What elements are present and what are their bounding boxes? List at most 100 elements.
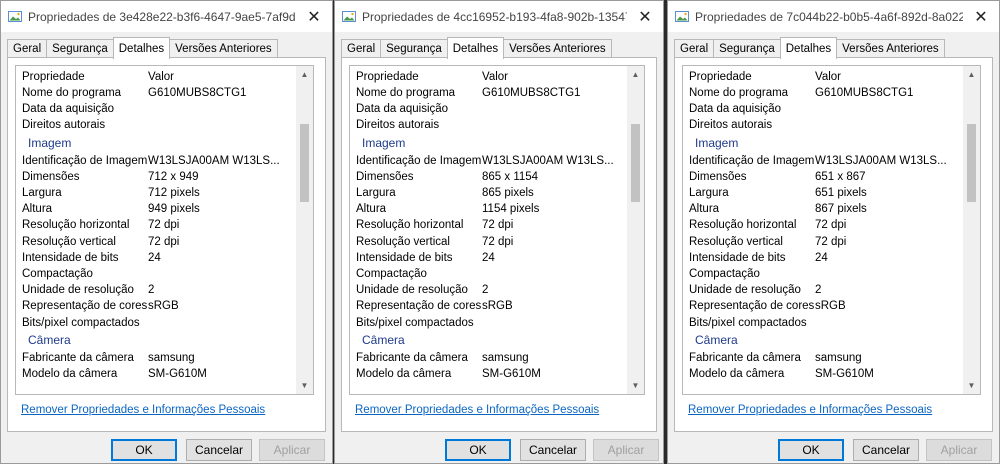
title-bar[interactable]: Propriedades de 4cc16952-b193-4fa8-902b-… xyxy=(335,1,663,32)
tab-2[interactable]: Detalhes xyxy=(112,37,171,59)
property-row[interactable]: Unidade de resolução 2 xyxy=(16,282,296,298)
property-row[interactable]: Nome do programa G610MUBS8CTG1 xyxy=(16,85,296,101)
property-row[interactable]: Fabricante da câmera samsung xyxy=(683,350,963,366)
scroll-thumb[interactable] xyxy=(300,124,309,202)
tab-3[interactable]: Versões Anteriores xyxy=(503,39,612,58)
property-row[interactable]: Unidade de resolução 2 xyxy=(683,282,963,298)
property-row[interactable]: Resolução horizontal 72 dpi xyxy=(683,217,963,233)
scroll-up-icon[interactable]: ▲ xyxy=(296,66,313,83)
tab-0[interactable]: Geral xyxy=(674,39,715,58)
property-row[interactable]: Resolução vertical 72 dpi xyxy=(350,234,627,250)
vertical-scrollbar[interactable]: ▲ ▼ xyxy=(296,66,313,394)
tab-3[interactable]: Versões Anteriores xyxy=(169,39,278,58)
property-row[interactable]: Representação de cores sRGB xyxy=(683,298,963,314)
property-row[interactable]: Direitos autorais xyxy=(350,117,627,133)
scroll-down-icon[interactable]: ▼ xyxy=(627,377,644,394)
property-row[interactable]: Compactação xyxy=(16,266,296,282)
property-row[interactable]: Altura 949 pixels xyxy=(16,201,296,217)
property-row[interactable]: Altura 867 pixels xyxy=(683,201,963,217)
value-column-header[interactable]: Valor xyxy=(815,71,963,83)
property-row[interactable]: Nome do programa G610MUBS8CTG1 xyxy=(350,85,627,101)
close-icon[interactable]: ✕ xyxy=(963,1,999,32)
close-icon[interactable]: ✕ xyxy=(296,1,332,32)
close-icon[interactable]: ✕ xyxy=(627,1,663,32)
tab-2[interactable]: Detalhes xyxy=(446,37,505,59)
property-row[interactable]: Dimensões 865 x 1154 xyxy=(350,169,627,185)
section-header: Câmera xyxy=(16,331,296,350)
property-row[interactable]: Altura 1154 pixels xyxy=(350,201,627,217)
scroll-thumb[interactable] xyxy=(967,124,976,202)
scroll-down-icon[interactable]: ▼ xyxy=(963,377,980,394)
ok-button[interactable]: OK xyxy=(111,439,177,461)
property-row[interactable]: Intensidade de bits 24 xyxy=(350,250,627,266)
scroll-thumb[interactable] xyxy=(631,124,640,202)
property-row[interactable]: Resolução vertical 72 dpi xyxy=(16,234,296,250)
property-row[interactable]: Bits/pixel compactados xyxy=(16,314,296,330)
property-row[interactable]: Modelo da câmera SM-G610M xyxy=(683,366,963,382)
property-row[interactable]: Fabricante da câmera samsung xyxy=(16,350,296,366)
ok-button[interactable]: OK xyxy=(778,439,844,461)
property-row[interactable]: Dimensões 651 x 867 xyxy=(683,169,963,185)
property-row[interactable]: Representação de cores sRGB xyxy=(350,298,627,314)
cancel-button[interactable]: Cancelar xyxy=(186,439,252,461)
title-bar[interactable]: Propriedades de 3e428e22-b3f6-4647-9ae5-… xyxy=(1,1,332,32)
tab-3[interactable]: Versões Anteriores xyxy=(836,39,945,58)
ok-button[interactable]: OK xyxy=(445,439,511,461)
property-column-header[interactable]: Propriedade xyxy=(16,71,148,83)
property-row[interactable]: Modelo da câmera SM-G610M xyxy=(350,366,627,382)
value-column-header[interactable]: Valor xyxy=(482,71,627,83)
vertical-scrollbar[interactable]: ▲ ▼ xyxy=(627,66,644,394)
vertical-scrollbar[interactable]: ▲ ▼ xyxy=(963,66,980,394)
property-row[interactable]: Direitos autorais xyxy=(683,117,963,133)
property-row[interactable]: Identificação de Imagem W13LSJA00AM W13LS… xyxy=(350,153,627,169)
property-row[interactable]: Resolução vertical 72 dpi xyxy=(683,234,963,250)
property-row[interactable]: Intensidade de bits 24 xyxy=(16,250,296,266)
property-row[interactable]: Intensidade de bits 24 xyxy=(683,250,963,266)
value-column-header[interactable]: Valor xyxy=(148,71,296,83)
property-row[interactable]: Largura 865 pixels xyxy=(350,185,627,201)
scroll-up-icon[interactable]: ▲ xyxy=(627,66,644,83)
property-row[interactable]: Resolução horizontal 72 dpi xyxy=(16,217,296,233)
scroll-down-icon[interactable]: ▼ xyxy=(296,377,313,394)
property-row[interactable]: Fabricante da câmera samsung xyxy=(350,350,627,366)
property-row[interactable]: Direitos autorais xyxy=(16,117,296,133)
property-row[interactable]: Data da aquisição xyxy=(350,101,627,117)
property-row[interactable]: Representação de cores sRGB xyxy=(16,298,296,314)
property-row[interactable]: Largura 712 pixels xyxy=(16,185,296,201)
property-row[interactable]: Modelo da câmera SM-G610M xyxy=(16,366,296,382)
property-row[interactable]: Compactação xyxy=(683,266,963,282)
details-list[interactable]: Propriedade Valor Nome do programa G610MUBS… xyxy=(349,65,645,395)
details-list[interactable]: Propriedade Valor Nome do programa G610MUBS… xyxy=(682,65,981,395)
property-row[interactable]: Compactação xyxy=(350,266,627,282)
tab-0[interactable]: Geral xyxy=(7,39,48,58)
remove-properties-link[interactable]: Remover Propriedades e Informações Pesso… xyxy=(688,404,932,416)
property-row[interactable]: Data da aquisição xyxy=(16,101,296,117)
scroll-up-icon[interactable]: ▲ xyxy=(963,66,980,83)
property-value: 865 pixels xyxy=(482,187,534,200)
tab-0[interactable]: Geral xyxy=(341,39,382,58)
property-row[interactable]: Data da aquisição xyxy=(683,101,963,117)
property-column-header[interactable]: Propriedade xyxy=(683,71,815,83)
property-row[interactable]: Bits/pixel compactados xyxy=(683,314,963,330)
remove-properties-link[interactable]: Remover Propriedades e Informações Pesso… xyxy=(355,404,599,416)
tab-1[interactable]: Segurança xyxy=(380,39,448,58)
property-row[interactable]: Identificação de Imagem W13LSJA00AM W13LS… xyxy=(16,153,296,169)
remove-properties-link[interactable]: Remover Propriedades e Informações Pesso… xyxy=(21,404,265,416)
cancel-button[interactable]: Cancelar xyxy=(520,439,586,461)
property-row[interactable]: Resolução horizontal 72 dpi xyxy=(350,217,627,233)
property-row[interactable]: Nome do programa G610MUBS8CTG1 xyxy=(683,85,963,101)
cancel-button[interactable]: Cancelar xyxy=(853,439,919,461)
property-value: G610MUBS8CTG1 xyxy=(482,87,581,100)
title-bar[interactable]: Propriedades de 7c044b22-b0b5-4a6f-892d-… xyxy=(668,1,999,32)
property-name: Resolução vertical xyxy=(356,235,450,248)
tab-1[interactable]: Segurança xyxy=(713,39,781,58)
property-row[interactable]: Bits/pixel compactados xyxy=(350,314,627,330)
property-row[interactable]: Largura 651 pixels xyxy=(683,185,963,201)
tab-2[interactable]: Detalhes xyxy=(779,37,838,59)
property-row[interactable]: Unidade de resolução 2 xyxy=(350,282,627,298)
tab-1[interactable]: Segurança xyxy=(46,39,114,58)
property-column-header[interactable]: Propriedade xyxy=(350,71,482,83)
details-list[interactable]: Propriedade Valor Nome do programa G610MUBS… xyxy=(15,65,314,395)
property-row[interactable]: Identificação de Imagem W13LSJA00AM W13LS… xyxy=(683,153,963,169)
property-row[interactable]: Dimensões 712 x 949 xyxy=(16,169,296,185)
